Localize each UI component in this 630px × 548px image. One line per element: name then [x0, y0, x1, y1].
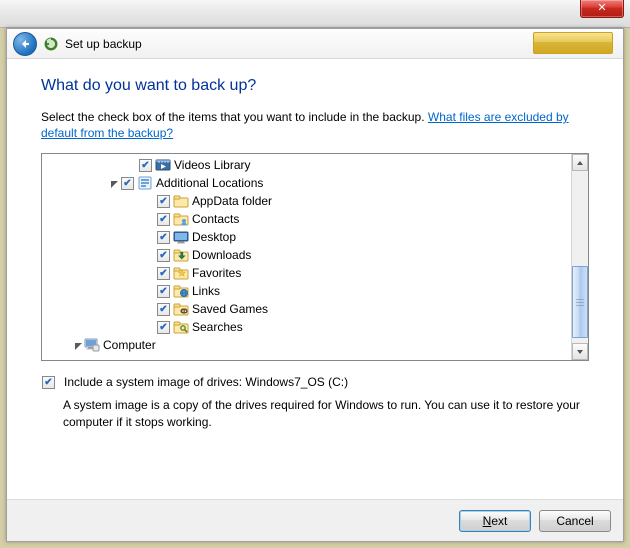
tree-expander-placeholder — [144, 285, 156, 297]
tree-checkbox[interactable]: ✔ — [121, 177, 134, 190]
content-area: What do you want to back up? Select the … — [7, 59, 623, 499]
savedgames-icon — [173, 301, 189, 317]
tree-row[interactable]: ✔ Downloads — [42, 246, 571, 264]
next-label-rest: ext — [491, 514, 507, 528]
folder-icon — [173, 193, 189, 209]
obscured-header-button[interactable] — [533, 32, 613, 54]
system-image-checkbox[interactable]: ✔ — [42, 376, 55, 389]
tree-row[interactable]: ✔ Desktop — [42, 228, 571, 246]
tree-row[interactable]: ✔ AppData folder — [42, 192, 571, 210]
tree-checkbox[interactable]: ✔ — [157, 249, 170, 262]
tree-item-label: Additional Locations — [156, 176, 263, 190]
tree-checkbox[interactable]: ✔ — [157, 267, 170, 280]
tree-expander-placeholder — [144, 195, 156, 207]
tree-expander[interactable] — [72, 339, 84, 351]
system-image-label: Include a system image of drives: Window… — [64, 375, 348, 389]
tree-item-label: AppData folder — [192, 194, 272, 208]
tree-expander-placeholder — [144, 231, 156, 243]
links-icon — [173, 283, 189, 299]
tree-expander-placeholder — [144, 213, 156, 225]
tree-checkbox[interactable]: ✔ — [157, 213, 170, 226]
tree-item-label: Favorites — [192, 266, 241, 280]
tree-row[interactable]: ✔ Saved Games — [42, 300, 571, 318]
desktop-icon — [173, 229, 189, 245]
contacts-icon — [173, 211, 189, 227]
system-image-description: A system image is a copy of the drives r… — [63, 397, 589, 429]
backup-items-tree: ✔ Videos Library ✔ Additional Locations ✔ App… — [41, 153, 589, 361]
tree-item-label: Contacts — [192, 212, 239, 226]
tree-expander-placeholder — [144, 321, 156, 333]
system-image-option: ✔ Include a system image of drives: Wind… — [41, 375, 589, 389]
back-arrow-icon — [19, 38, 31, 50]
tree-row[interactable]: ✔ Links — [42, 282, 571, 300]
scroll-track[interactable] — [572, 171, 588, 343]
tree-expander-placeholder — [126, 159, 138, 171]
footer: Next Cancel — [7, 499, 623, 541]
tree-item-label: Videos Library — [174, 158, 251, 172]
tree-checkbox[interactable]: ✔ — [157, 321, 170, 334]
tree-row[interactable]: Computer — [42, 336, 571, 354]
window-title: Set up backup — [65, 37, 142, 51]
downloads-icon — [173, 247, 189, 263]
backup-icon — [43, 36, 59, 52]
tree-checkbox[interactable]: ✔ — [139, 159, 152, 172]
tree-row[interactable]: ✔ Favorites — [42, 264, 571, 282]
tree-body[interactable]: ✔ Videos Library ✔ Additional Locations ✔ App… — [42, 154, 571, 360]
tree-item-label: Computer — [103, 338, 156, 352]
next-button[interactable]: Next — [459, 510, 531, 532]
window-header: Set up backup — [7, 29, 623, 59]
tree-row[interactable]: ✔ Additional Locations — [42, 174, 571, 192]
scroll-down-button[interactable] — [572, 343, 588, 360]
tree-expander-placeholder — [144, 267, 156, 279]
computer-icon — [84, 337, 100, 353]
tree-scrollbar[interactable] — [571, 154, 588, 360]
tree-row[interactable]: ✔ Contacts — [42, 210, 571, 228]
back-button[interactable] — [13, 32, 37, 56]
scroll-thumb[interactable] — [572, 266, 588, 338]
searches-icon — [173, 319, 189, 335]
tree-checkbox[interactable]: ✔ — [157, 231, 170, 244]
scroll-up-button[interactable] — [572, 154, 588, 171]
tree-row[interactable]: ✔ Videos Library — [42, 156, 571, 174]
tree-expander-placeholder — [144, 249, 156, 261]
tree-item-label: Searches — [192, 320, 243, 334]
page-heading: What do you want to back up? — [41, 77, 589, 95]
next-accelerator: N — [483, 514, 492, 528]
video-library-icon — [155, 157, 171, 173]
tree-checkbox[interactable]: ✔ — [157, 195, 170, 208]
instruction-text: Select the check box of the items that y… — [41, 109, 589, 141]
tree-item-label: Desktop — [192, 230, 236, 244]
location-icon — [137, 175, 153, 191]
close-button[interactable]: ✕ — [580, 0, 624, 18]
wizard-window: Set up backup What do you want to back u… — [6, 28, 624, 542]
tree-checkbox[interactable]: ✔ — [157, 303, 170, 316]
tree-item-label: Downloads — [192, 248, 251, 262]
tree-item-label: Links — [192, 284, 220, 298]
instruction-prefix: Select the check box of the items that y… — [41, 110, 428, 124]
cancel-button[interactable]: Cancel — [539, 510, 611, 532]
tree-item-label: Saved Games — [192, 302, 268, 316]
titlebar: ✕ — [0, 0, 630, 28]
close-icon: ✕ — [597, 2, 606, 14]
tree-checkbox[interactable]: ✔ — [157, 285, 170, 298]
tree-row[interactable]: ✔ Searches — [42, 318, 571, 336]
tree-expander-placeholder — [144, 303, 156, 315]
favorites-icon — [173, 265, 189, 281]
tree-expander[interactable] — [108, 177, 120, 189]
